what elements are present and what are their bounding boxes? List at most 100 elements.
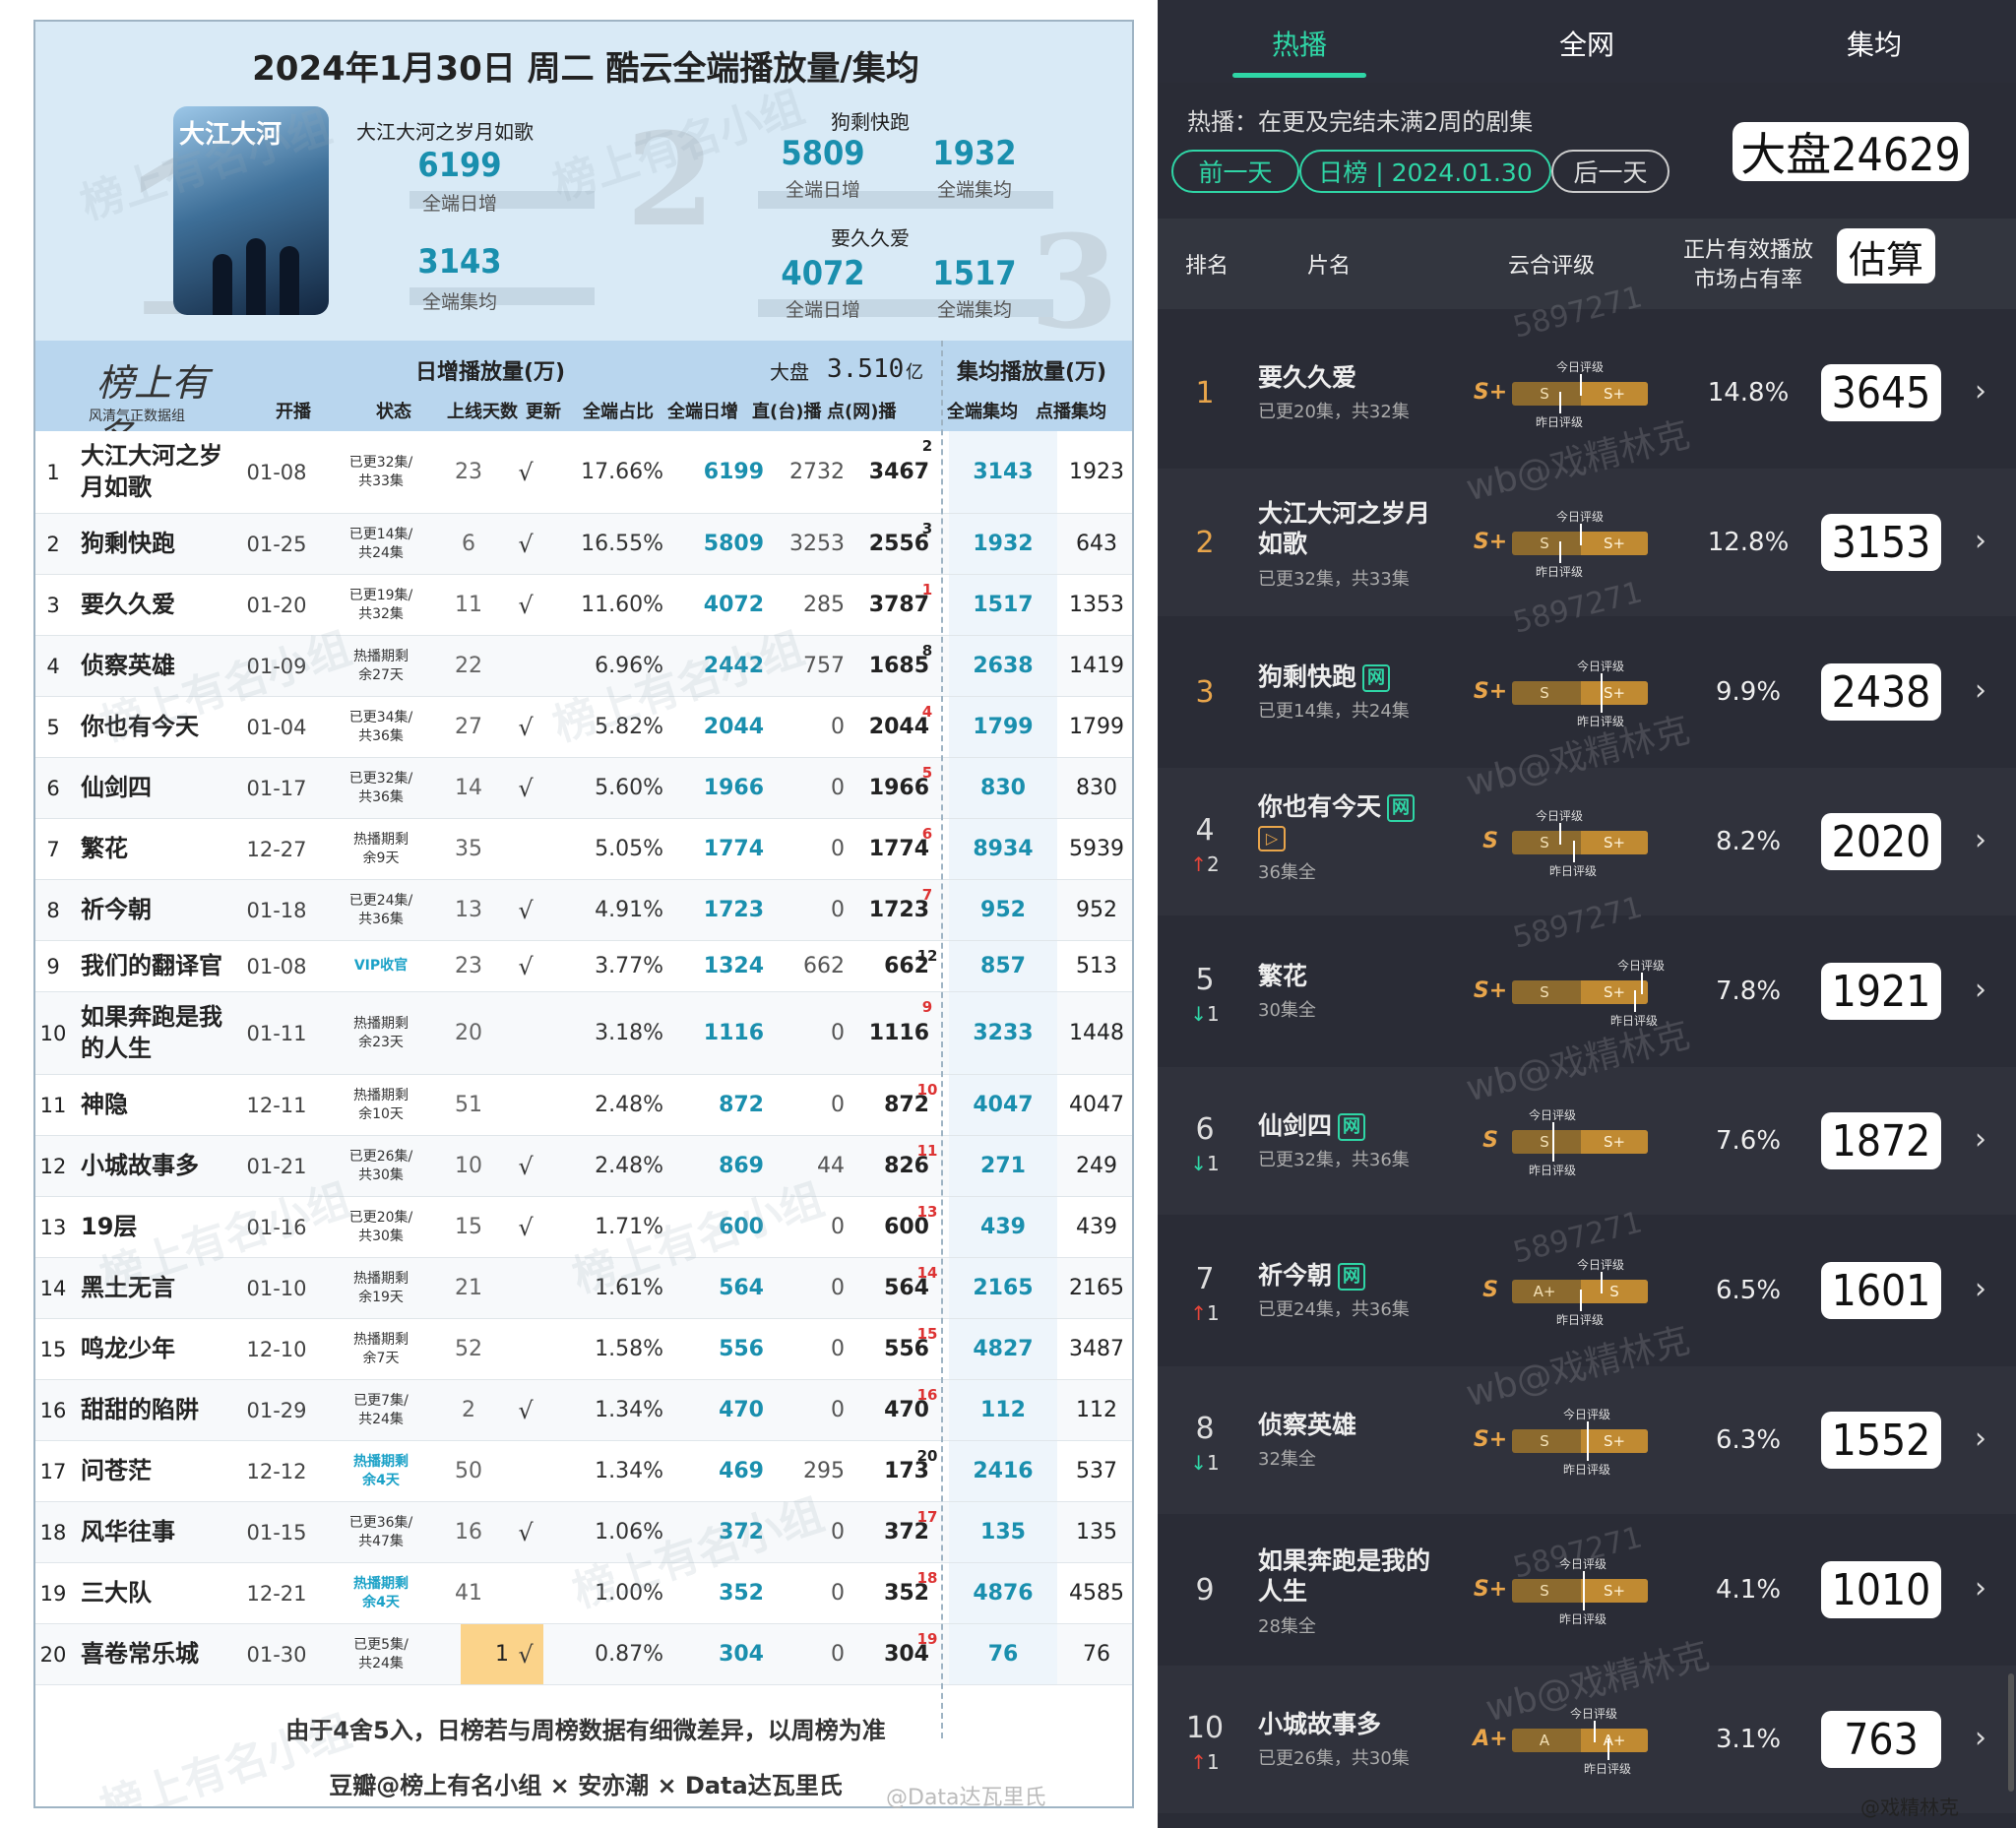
ranking-row[interactable]: 1 要久久爱 已更20集，共32集 S+ S S+ 今日评级 昨日评级 14.8% 3645 › (1158, 319, 2016, 467)
chevron-right-icon[interactable]: › (1975, 823, 1986, 857)
ranking-row[interactable]: 6 ↓1 仙剑四网已更32集，共36集 S S S+ 今日评级 昨日评级 7.6% 1872 › (1158, 1067, 2016, 1215)
next-day-button[interactable]: 后一天 (1551, 150, 1670, 193)
name-cell: 黑土无言 (81, 1273, 175, 1301)
update-mark-cell: √ (518, 952, 534, 980)
status-cell: 热播期剩 余19天 (353, 1270, 409, 1305)
rank-change-value: 1 (1207, 1750, 1220, 1774)
start-date-cell: 01-17 (246, 776, 307, 800)
dapan-value: 3.510 (827, 354, 905, 384)
rank-cell: 18 (39, 1520, 67, 1544)
chevron-right-icon[interactable]: › (1975, 1421, 1986, 1456)
ranking-row[interactable]: 3 狗剩快跑网已更14集，共24集 S+ S S+ 今日评级 昨日评级 9.9% 2438 › (1158, 618, 2016, 766)
start-date-cell: 01-29 (246, 1398, 307, 1422)
tv-cell: 285 (803, 593, 845, 617)
status-cell: 已更36集/共47集 (348, 1514, 413, 1549)
chevron-right-icon[interactable]: › (1975, 1122, 1986, 1157)
prev-day-button[interactable]: 前一天 (1171, 150, 1299, 193)
status-cell: 热播期剩 余4天 (353, 1575, 409, 1610)
update-mark-cell (506, 1258, 545, 1318)
average-cell: 952 (949, 880, 1057, 940)
average-cell: 830 (949, 758, 1057, 818)
today-grade-label: 今日评级 (1529, 1108, 1577, 1122)
table-row: 12 小城故事多 01-21 已更26集/共30集 10 √ 2.48% 869 44 826 11… (35, 1136, 1132, 1197)
dapan-label: 大盘 (770, 360, 809, 384)
rank-number: 10 (1185, 1711, 1225, 1745)
chevron-right-icon[interactable]: › (1975, 374, 1986, 409)
chevron-right-icon[interactable]: › (1975, 1571, 1986, 1606)
ranking-row[interactable]: 7 ↑1 祈今朝网已更24集，共36集 S A+ S 今日评级 昨日评级 6.5% 1601 › (1158, 1217, 2016, 1364)
ranking-row[interactable]: 4 ↑2 你也有今天网 ▷ 36集全 S S S+ 今日评级 昨日评级 8.2% 2020 › (1158, 768, 2016, 915)
col-total: 全端日增 (667, 402, 738, 422)
today-marker (1641, 973, 1643, 994)
chevron-right-icon[interactable]: › (1975, 1721, 1986, 1755)
table-row: 18 风华往事 01-15 已更36集/共47集 16 √ 1.06% 372 0 372 17 13… (35, 1502, 1132, 1563)
yesterday-marker (1573, 841, 1575, 862)
rank-cell: 8 (46, 898, 60, 922)
tab-all-net[interactable]: 全网 (1508, 24, 1666, 63)
rank-cell: 17 (39, 1459, 67, 1483)
ranking-row[interactable]: 2 大江大河之岁月如歌 已更32集，共33集 S+ S S+ 今日评级 昨日评级 12.8% 31… (1158, 469, 2016, 616)
status-cell: 热播期剩 余10天 (353, 1087, 409, 1122)
name-cell: 侦察英雄 (81, 651, 175, 679)
top3-avg: 1517 (932, 254, 1017, 293)
scrollbar[interactable] (2008, 1673, 2014, 1792)
daily-total-cell: 469 (719, 1459, 764, 1483)
yesterday-grade-label: 昨日评级 (1549, 864, 1598, 878)
top1-avg-label: 全端集均 (421, 291, 497, 313)
ranking-row[interactable]: 9 如果奔跑是我的人生 28集全 S+ S S+ 今日评级 昨日评级 4.1% 1010 › (1158, 1516, 2016, 1664)
chevron-right-icon[interactable]: › (1975, 673, 1986, 708)
date-selector[interactable]: 日榜 | 2024.01.30 (1299, 150, 1551, 193)
tab-average[interactable]: 集均 (1796, 24, 1953, 63)
arrow-down-icon: ↓ (1190, 1152, 1208, 1175)
status-cell: 热播期剩 余7天 (353, 1331, 409, 1366)
show-title-text: 繁花 (1258, 962, 1308, 990)
yesterday-marker (1583, 1589, 1585, 1610)
col-days: 上线天数 (447, 402, 518, 422)
show-title: 祈今朝网 (1258, 1260, 1445, 1291)
rank-number: 2 (1195, 526, 1215, 560)
chevron-right-icon[interactable]: › (1975, 524, 1986, 558)
ranking-row[interactable]: 8 ↓1 侦察英雄 32集全 S+ S S+ 今日评级 昨日评级 6.3% 1552 › (1158, 1366, 2016, 1514)
grade-bar: S S+ (1512, 980, 1648, 1004)
daily-total-cell: 2044 (703, 715, 764, 739)
chevron-right-icon[interactable]: › (1975, 973, 1986, 1007)
ranking-row[interactable]: 5 ↓1 繁花 30集全 S+ S S+ 今日评级 昨日评级 7.8% 1921 › (1158, 917, 2016, 1065)
chevron-right-icon[interactable]: › (1975, 1272, 1986, 1306)
show-title-text: 祈今朝 (1258, 1261, 1333, 1290)
days-cell: 41 (455, 1581, 482, 1606)
update-mark-cell: √ (518, 1213, 534, 1241)
start-date-cell: 01-09 (246, 654, 307, 678)
table-row: 11 神隐 12-11 热播期剩 余10天 51 2.48% 872 0 872 10 4047 404… (35, 1075, 1132, 1136)
grade-left: S (1540, 1133, 1549, 1151)
net-badge: 网 (1387, 794, 1416, 822)
today-marker (1559, 823, 1561, 845)
status-cell: 已更14集/共24集 (348, 526, 413, 561)
daily-total-cell: 556 (719, 1337, 764, 1361)
net-badge: 网 (1338, 1263, 1366, 1291)
average-cell: 76 (949, 1624, 1057, 1684)
today-grade-label: 今日评级 (1556, 510, 1605, 524)
arrow-down-icon: ↓ (1190, 1451, 1208, 1475)
show-title: 如果奔跑是我的人生 (1258, 1545, 1445, 1607)
web-average-cell: 439 (1076, 1215, 1117, 1239)
yunhe-grade: S+ (1473, 530, 1508, 554)
name-cell: 祈今朝 (81, 895, 152, 923)
yunhe-grade: S+ (1473, 978, 1508, 1003)
update-mark-cell (506, 1441, 545, 1501)
share-cell: 1.34% (595, 1398, 663, 1422)
yunhe-grade: S+ (1473, 1577, 1508, 1602)
update-mark-cell (506, 992, 545, 1074)
rank-2-mark: 2 (626, 104, 716, 255)
top2-daily-label: 全端日增 (785, 179, 860, 201)
tv-cell: 0 (831, 1093, 845, 1117)
grade-right: S+ (1581, 681, 1648, 705)
tab-hot[interactable]: 热播 (1221, 24, 1378, 63)
tv-cell: 0 (831, 1215, 845, 1239)
table-row: 10 如果奔跑是我的人生 01-11 热播期剩 余23天 20 3.18% 1116 0 1116… (35, 992, 1132, 1075)
days-cell: 6 (462, 532, 475, 556)
start-date-cell: 01-18 (246, 898, 307, 922)
rank-cell: 19 (39, 1581, 67, 1606)
name-cell: 狗剩快跑 (81, 529, 175, 557)
share-cell: 1.61% (595, 1276, 663, 1300)
web-average-cell: 4585 (1069, 1581, 1124, 1606)
